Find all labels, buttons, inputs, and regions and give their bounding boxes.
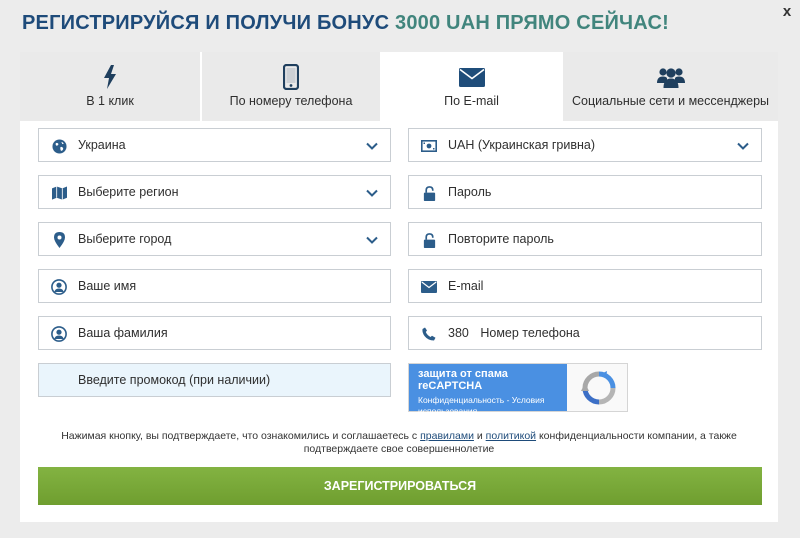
tab-one-click[interactable]: В 1 клик: [20, 52, 202, 121]
location-pin-icon: [51, 232, 67, 248]
first-name-placeholder: Ваше имя: [78, 279, 137, 293]
title-main: РЕГИСТРИРУЙСЯ И ПОЛУЧИ БОНУС: [22, 12, 390, 34]
chevron-down-icon: [366, 142, 378, 150]
rules-link[interactable]: правилами: [420, 430, 474, 442]
country-select[interactable]: Украина: [38, 128, 391, 162]
privacy-policy-link[interactable]: политикой: [486, 430, 536, 442]
lightning-icon: [20, 64, 200, 90]
user-icon: [51, 326, 67, 342]
lock-icon: [421, 232, 437, 248]
phone-prefix: 380: [448, 326, 469, 340]
phone-icon: [202, 64, 380, 90]
city-placeholder: Выберите город: [78, 232, 172, 246]
currency-value: UAH (Украинская гривна): [448, 138, 596, 152]
close-button[interactable]: x: [780, 4, 794, 20]
recaptcha-widget[interactable]: защита от спама reCAPTCHA Конфиденциальн…: [408, 363, 628, 416]
email-field[interactable]: E-mail: [408, 269, 762, 303]
page-title: РЕГИСТРИРУЙСЯ И ПОЛУЧИ БОНУС 3000 UAH ПР…: [22, 12, 669, 35]
last-name-field[interactable]: Ваша фамилия: [38, 316, 391, 350]
envelope-icon: [382, 64, 561, 90]
region-select[interactable]: Выберите регион: [38, 175, 391, 209]
registration-tabs: В 1 клик По номеру телефона По E-mail Со…: [20, 52, 778, 121]
first-name-field[interactable]: Ваше имя: [38, 269, 391, 303]
tab-label: Социальные сети и мессенджеры: [571, 94, 770, 108]
title-bonus-accent: 3000 UAH ПРЯМО СЕЙЧАС!: [395, 12, 669, 34]
chevron-down-icon: [366, 236, 378, 244]
consent-text: Нажимая кнопку, вы подтверждаете, что оз…: [50, 430, 748, 456]
tab-label: В 1 клик: [86, 94, 134, 108]
recaptcha-badge: защита от спама reCAPTCHA Конфиденциальн…: [409, 364, 567, 416]
recaptcha-privacy-link[interactable]: Конфиденциальность: [418, 395, 504, 405]
tab-phone[interactable]: По номеру телефона: [202, 52, 382, 121]
country-value: Украина: [78, 138, 126, 152]
tab-label: По E-mail: [444, 94, 499, 108]
lock-icon: [421, 185, 437, 201]
region-placeholder: Выберите регион: [78, 185, 179, 199]
recaptcha-logo-icon: [581, 371, 616, 405]
recaptcha-links: Конфиденциальность - Условия использован…: [418, 395, 558, 417]
tab-email[interactable]: По E-mail: [382, 52, 563, 121]
phone-field[interactable]: 380 Номер телефона: [408, 316, 762, 350]
tab-label: По номеру телефона: [229, 94, 353, 108]
register-button[interactable]: ЗАРЕГИСТРИРОВАТЬСЯ: [38, 467, 762, 505]
map-icon: [51, 185, 67, 201]
consent-text-and: и: [473, 430, 486, 442]
money-icon: [421, 138, 437, 154]
users-icon: [563, 64, 778, 90]
tab-social[interactable]: Социальные сети и мессенджеры: [563, 52, 778, 121]
password-placeholder: Пароль: [448, 185, 492, 199]
city-select[interactable]: Выберите город: [38, 222, 391, 256]
currency-select[interactable]: UAH (Украинская гривна): [408, 128, 762, 162]
phone-placeholder: Номер телефона: [480, 326, 580, 340]
phone-icon: [421, 326, 437, 342]
globe-icon: [51, 138, 67, 154]
password-repeat-field[interactable]: Повторите пароль: [408, 222, 762, 256]
user-icon: [51, 279, 67, 295]
recaptcha-title: защита от спама reCAPTCHA: [418, 368, 508, 392]
phone-value: 380 Номер телефона: [448, 326, 580, 340]
last-name-placeholder: Ваша фамилия: [78, 326, 168, 340]
registration-panel: В 1 клик По номеру телефона По E-mail Со…: [20, 52, 778, 522]
password-repeat-placeholder: Повторите пароль: [448, 232, 554, 246]
envelope-icon: [421, 279, 437, 295]
chevron-down-icon: [366, 189, 378, 197]
promo-code-field[interactable]: Введите промокод (при наличии): [38, 363, 391, 397]
promo-code-placeholder: Введите промокод (при наличии): [78, 373, 271, 387]
consent-text-before: Нажимая кнопку, вы подтверждаете, что оз…: [61, 430, 421, 442]
password-field[interactable]: Пароль: [408, 175, 762, 209]
chevron-down-icon: [737, 142, 749, 150]
email-placeholder: E-mail: [448, 279, 484, 293]
recaptcha-separator: -: [504, 395, 512, 405]
